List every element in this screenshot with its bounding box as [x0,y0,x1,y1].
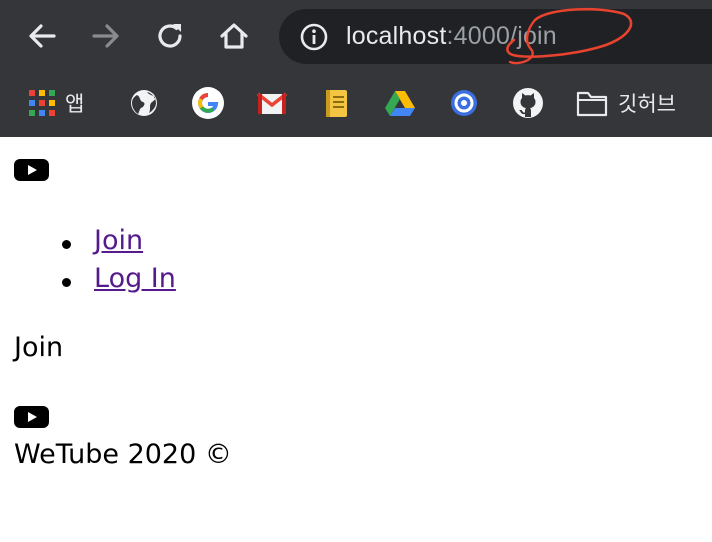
bookmark-folder-label: 깃허브 [618,92,676,116]
bookmark-google[interactable] [192,86,224,120]
bookmark-apps[interactable]: 앱 [29,86,84,120]
reload-button[interactable] [152,18,188,54]
bookmark-gmail[interactable] [256,86,288,120]
bookmark-notebook[interactable] [320,86,352,120]
forward-button[interactable] [88,18,124,54]
login-link[interactable]: Log In [94,261,176,297]
bookmark-globe[interactable] [129,86,159,120]
gmail-icon [256,92,288,114]
footer-copyright: WeTube 2020 © [14,439,232,470]
page-content: Join Log In Join WeTube 2020 © [0,137,712,542]
reload-icon [158,24,182,48]
footer-youtube-icon [14,406,49,428]
google-drive-icon [385,91,415,116]
arrow-right-icon [92,24,119,48]
blue-circle-icon [451,90,477,116]
join-link[interactable]: Join [94,223,143,259]
bookmark-apps-label: 앱 [65,92,85,116]
apps-grid-icon [29,90,55,116]
back-button[interactable] [24,18,60,54]
url-text[interactable]: localhost:4000/join [346,20,557,52]
list-bullet [62,278,71,287]
home-icon [220,23,248,49]
page-heading: Join [14,332,64,363]
url-host: localhost [346,22,447,50]
youtube-icon[interactable] [14,159,49,181]
bookmarks-bar: 앱 깃허브 [0,72,712,137]
browser-chrome: localhost:4000/join 앱 깃허브 [0,0,712,137]
notebook-icon [326,90,347,117]
folder-icon [576,91,608,117]
list-bullet [62,240,71,249]
globe-icon [131,90,157,116]
arrow-left-icon [29,24,56,48]
bookmark-folder[interactable]: 깃허브 [576,86,676,120]
github-icon [513,88,543,118]
bookmark-github[interactable] [512,86,544,120]
info-icon[interactable] [299,22,329,52]
bookmark-drive[interactable] [384,86,416,120]
home-button[interactable] [216,18,252,54]
browser-toolbar: localhost:4000/join [0,0,712,72]
google-icon [192,87,224,119]
address-bar[interactable]: localhost:4000/join [279,9,712,64]
bookmark-blue-circle[interactable] [448,86,480,120]
url-path: :4000/join [446,22,557,50]
